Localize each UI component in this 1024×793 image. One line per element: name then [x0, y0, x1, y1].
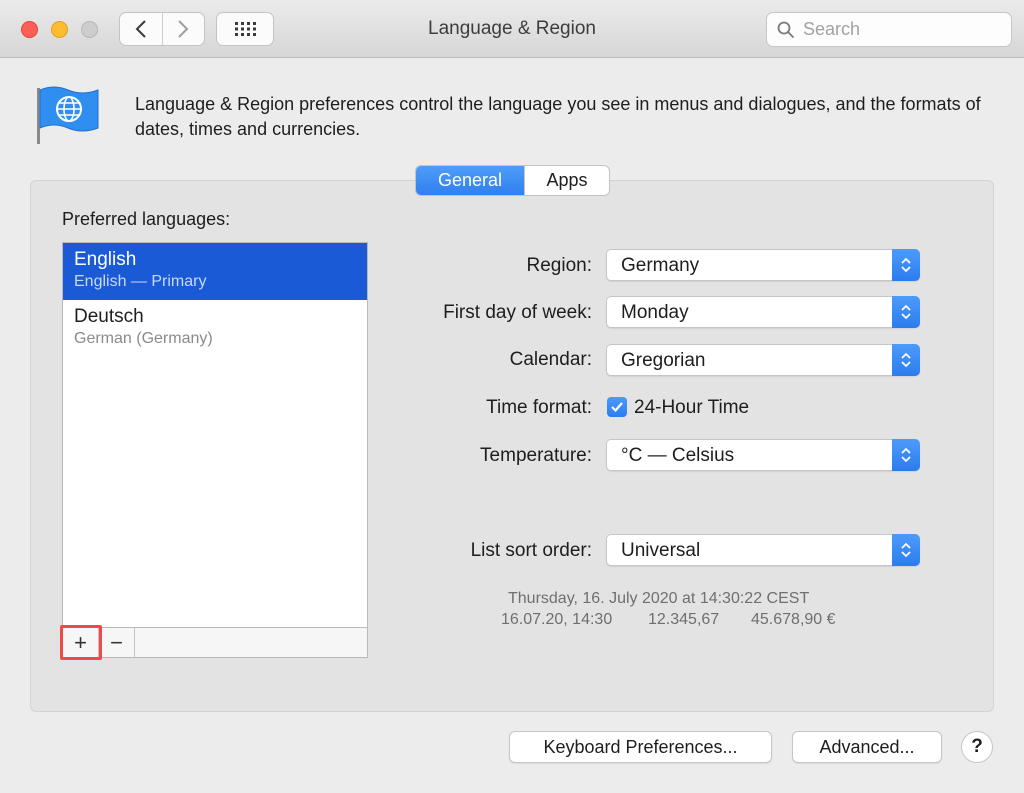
sort-order-label: List sort order: — [470, 540, 592, 561]
first-day-value: Monday — [621, 302, 689, 323]
tab-general[interactable]: General — [416, 166, 524, 195]
language-subtitle: English — Primary — [74, 273, 207, 290]
popup-arrows-icon — [892, 296, 920, 328]
popup-arrows-icon — [892, 249, 920, 281]
calendar-popup[interactable]: Gregorian — [606, 344, 920, 376]
sort-order-value: Universal — [621, 540, 701, 561]
sample-currency: 45.678,90 € — [751, 611, 836, 628]
time-format-label: Time format: — [486, 397, 592, 418]
temperature-label: Temperature: — [480, 445, 592, 466]
24-hour-time-label[interactable]: 24-Hour Time — [634, 397, 749, 419]
region-popup[interactable]: Germany — [606, 249, 920, 281]
advanced-button[interactable]: Advanced... — [792, 731, 942, 763]
preferred-languages-list[interactable]: English English — Primary Deutsch German… — [62, 242, 368, 628]
add-button-highlight — [60, 625, 102, 660]
language-name: English — [74, 249, 137, 270]
popup-arrows-icon — [892, 344, 920, 376]
tab-bar: General Apps — [415, 165, 610, 196]
preferred-languages-label: Preferred languages: — [62, 209, 231, 229]
first-day-popup[interactable]: Monday — [606, 296, 920, 328]
language-region-flag-icon — [34, 84, 102, 151]
language-list-toolbar: + − — [62, 627, 368, 658]
first-day-label: First day of week: — [443, 302, 592, 323]
sort-order-popup[interactable]: Universal — [606, 534, 920, 566]
temperature-value: °C — Celsius — [621, 445, 735, 466]
temperature-popup[interactable]: °C — Celsius — [606, 439, 920, 471]
checkmark-icon — [611, 402, 623, 413]
pane-description: Language & Region preferences control th… — [135, 94, 981, 139]
search-icon — [777, 21, 795, 38]
tab-apps[interactable]: Apps — [524, 166, 609, 195]
search-field[interactable]: Search — [766, 12, 1012, 47]
language-item-deutsch[interactable]: Deutsch German (Germany) — [63, 300, 367, 357]
popup-arrows-icon — [892, 439, 920, 471]
language-item-english[interactable]: English English — Primary — [63, 243, 367, 300]
search-placeholder: Search — [803, 19, 861, 39]
region-label: Region: — [526, 255, 593, 276]
language-name: Deutsch — [74, 306, 144, 327]
sample-number: 12.345,67 — [648, 611, 720, 628]
calendar-label: Calendar: — [509, 349, 592, 370]
help-button[interactable]: ? — [961, 731, 993, 763]
title-bar: Language & Region Search — [0, 0, 1024, 58]
remove-language-button[interactable]: − — [99, 628, 135, 657]
calendar-value: Gregorian — [621, 350, 706, 371]
24-hour-time-checkbox[interactable] — [607, 397, 627, 417]
language-subtitle: German (Germany) — [74, 330, 213, 347]
sample-date-short: 16.07.20, 14:30 — [501, 611, 613, 628]
region-value: Germany — [621, 255, 700, 276]
keyboard-preferences-button[interactable]: Keyboard Preferences... — [509, 731, 772, 763]
popup-arrows-icon — [892, 534, 920, 566]
sample-date-long: Thursday, 16. July 2020 at 14:30:22 CEST — [508, 590, 810, 607]
